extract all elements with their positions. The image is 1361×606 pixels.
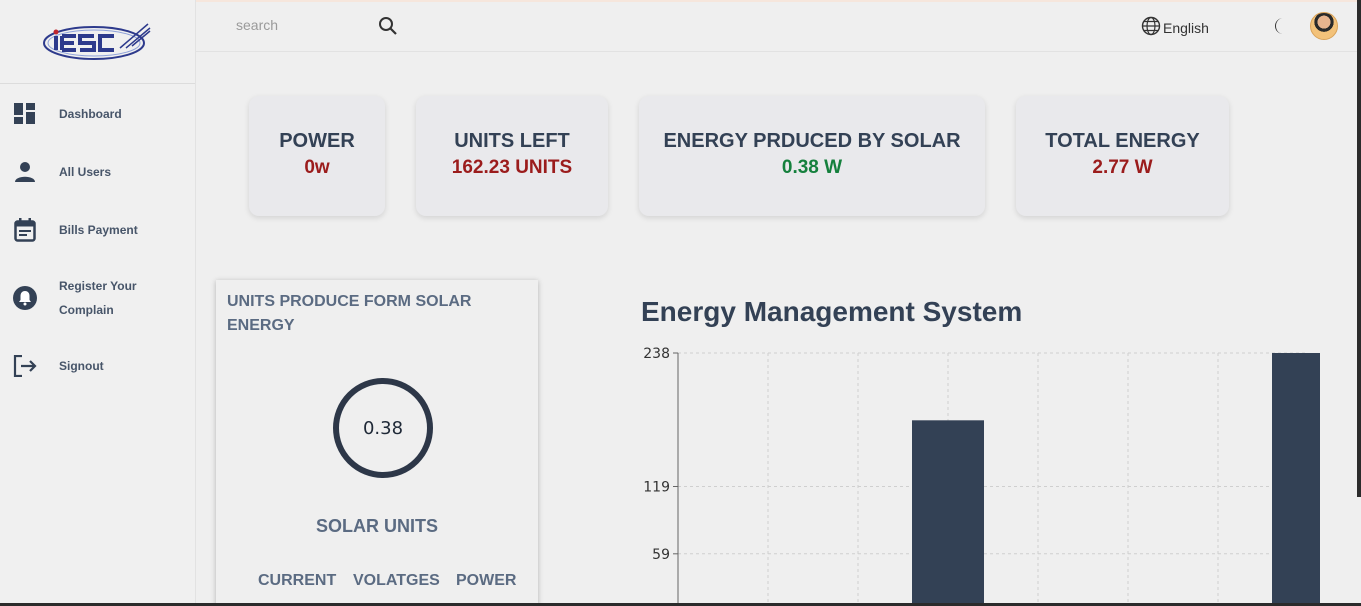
search-icon[interactable]	[378, 16, 398, 36]
stat-value: 162.23 UNITS	[451, 157, 573, 178]
column-power: POWER	[456, 572, 517, 589]
solar-units-subtitle: SOLAR UNITS	[315, 516, 438, 536]
solar-gauge: 0.38	[333, 378, 433, 478]
solar-gauge-value: 0.38	[362, 417, 404, 439]
chart-bar	[912, 420, 984, 606]
language-label: English	[1163, 19, 1209, 36]
energy-bar-chart: 238 119 59	[643, 346, 1320, 606]
sidebar: Dashboard All Users Bills Payment Regist…	[0, 0, 196, 606]
sidebar-item-label: Signout	[59, 359, 104, 373]
solar-card-title: UNITS PRODUCE FORM SOLAR ENERGY	[227, 293, 472, 334]
brand-logo[interactable]	[42, 22, 154, 62]
column-voltages: VOLATGES	[353, 572, 440, 589]
logo-area	[0, 0, 195, 84]
sidebar-item-bills-payment[interactable]: Bills Payment	[0, 217, 196, 243]
solar-units-card: UNITS PRODUCE FORM SOLAR ENERGY 0.38 SOL…	[216, 280, 538, 606]
signout-icon	[12, 353, 38, 379]
topbar: English	[196, 0, 1361, 52]
stat-value: 2.77 W	[1092, 157, 1153, 178]
stat-value: 0w	[304, 157, 330, 178]
stat-card-power: POWER 0w	[249, 96, 385, 216]
search-input[interactable]	[236, 14, 376, 36]
globe-icon	[1141, 16, 1161, 39]
bell-icon	[12, 285, 38, 311]
sidebar-item-label: All Users	[59, 165, 112, 179]
sidebar-item-dashboard[interactable]: Dashboard	[0, 101, 196, 127]
moon-icon[interactable]	[1270, 16, 1290, 36]
sidebar-item-label: Bills Payment	[59, 223, 138, 237]
stat-card-total-energy: TOTAL ENERGY 2.77 W	[1016, 96, 1229, 216]
dashboard-icon	[12, 101, 38, 127]
user-icon	[12, 159, 38, 185]
sidebar-item-register-complain[interactable]: Register Your Complain	[0, 274, 196, 322]
sidebar-item-label: Dashboard	[59, 107, 122, 121]
chart-title: Energy Management System	[641, 296, 1023, 327]
avatar[interactable]	[1310, 12, 1338, 40]
stat-value: 0.38 W	[781, 157, 843, 178]
stat-title: UNITS LEFT	[454, 130, 570, 152]
calendar-icon	[12, 217, 38, 243]
y-tick-label: 238	[643, 346, 670, 362]
language-selector[interactable]: English	[1141, 16, 1209, 39]
column-current: CURRENT	[258, 572, 337, 589]
scrollbar-edge	[1357, 0, 1361, 497]
stat-card-solar-energy: ENERGY PRDUCED BY SOLAR 0.38 W	[639, 96, 985, 216]
stat-title: TOTAL ENERGY	[1045, 130, 1200, 152]
sidebar-item-signout[interactable]: Signout	[0, 353, 196, 379]
y-tick-label: 119	[643, 480, 670, 496]
chart-bar	[1272, 353, 1320, 606]
stat-title: ENERGY PRDUCED BY SOLAR	[663, 130, 961, 152]
stat-title: POWER	[279, 130, 355, 152]
sidebar-item-all-users[interactable]: All Users	[0, 159, 196, 185]
top-accent-line	[196, 0, 1361, 2]
sidebar-item-label: Register Your Complain	[59, 279, 137, 317]
stat-card-units-left: UNITS LEFT 162.23 UNITS	[416, 96, 608, 216]
y-tick-label: 59	[652, 547, 670, 563]
